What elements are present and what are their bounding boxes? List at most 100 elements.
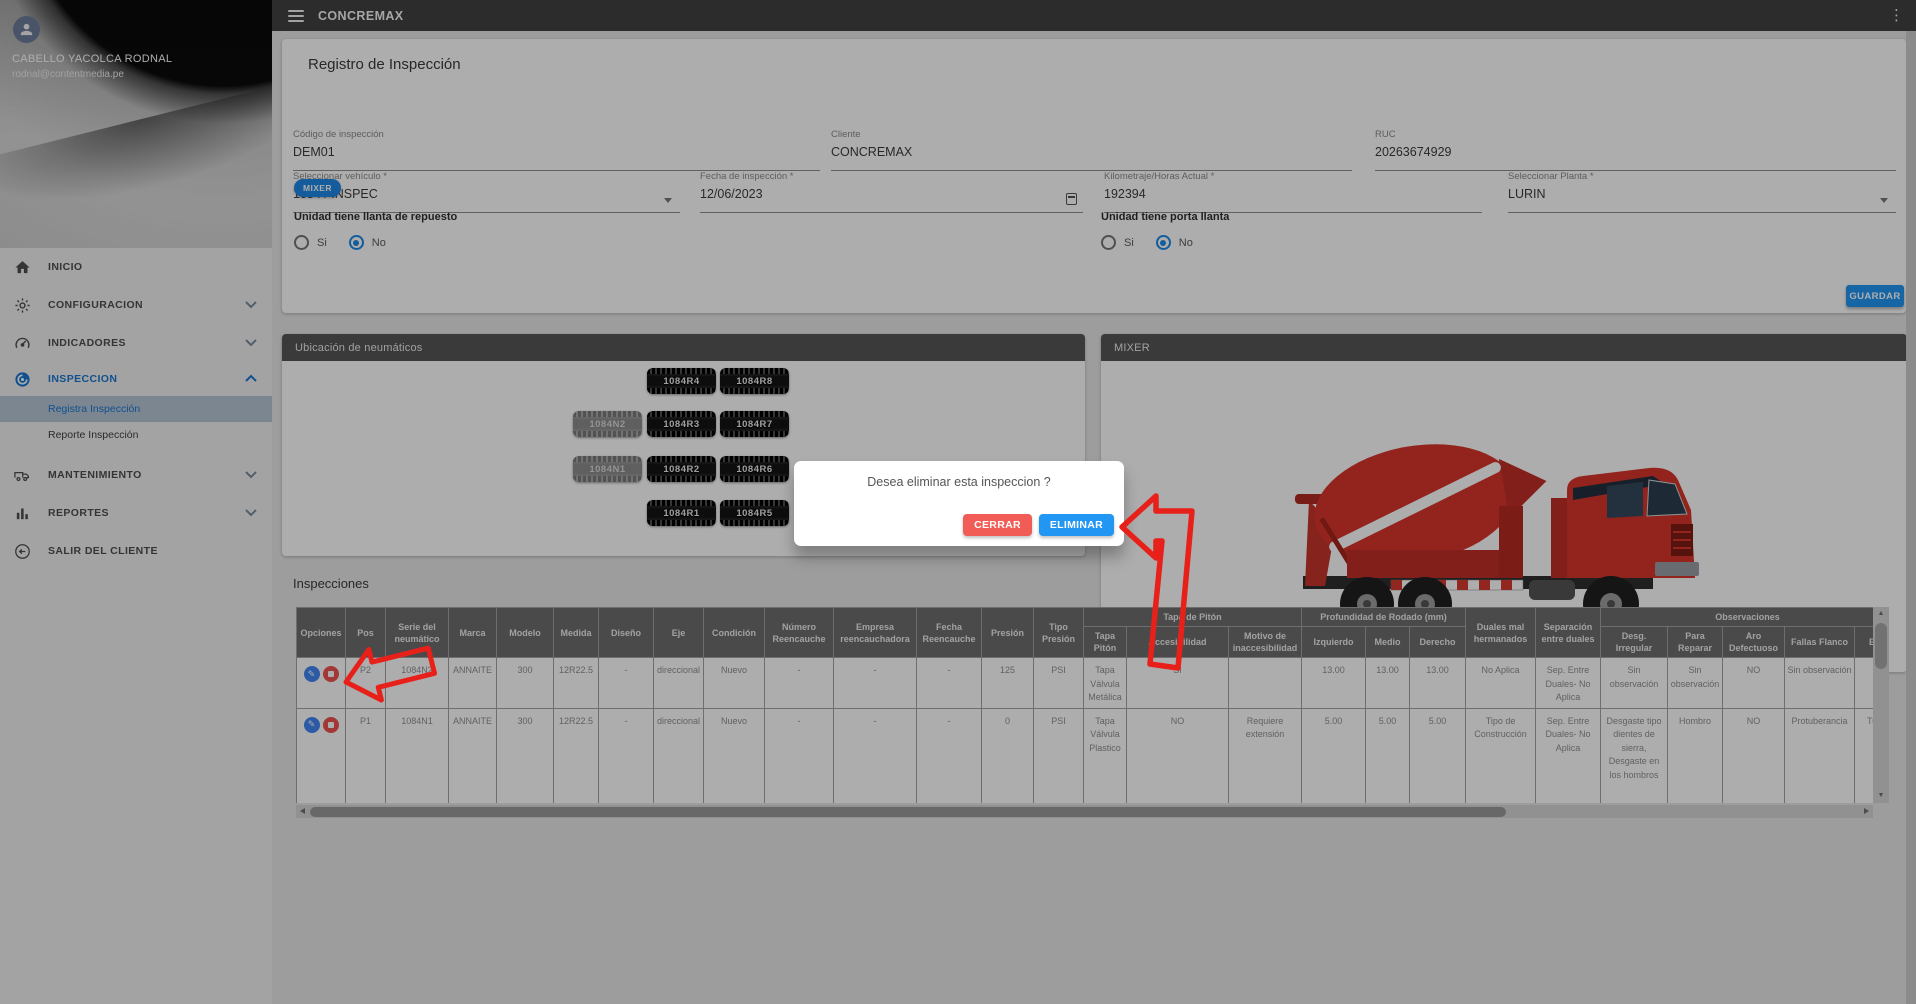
scroll-down-icon[interactable]: ▼ xyxy=(1873,789,1889,803)
scroll-right-icon[interactable] xyxy=(1864,808,1869,814)
tire-button-1084r4[interactable]: 1084R4 xyxy=(647,368,716,394)
radio-no[interactable] xyxy=(349,235,364,250)
table-cell: 13.00 xyxy=(1410,658,1466,709)
sidebar-subitem-reporte-inspecci-n[interactable]: Reporte Inspección xyxy=(0,422,272,448)
tire-label: 1084R3 xyxy=(663,419,699,430)
table-cell: P2 xyxy=(346,658,386,709)
col-subheader: Izquierdo xyxy=(1302,627,1366,658)
horizontal-scroll-thumb[interactable] xyxy=(310,807,1506,817)
codigo-inspeccion-field[interactable]: Código de inspección DEM01 xyxy=(293,127,820,171)
cliente-field[interactable]: Cliente CONCREMAX xyxy=(831,127,1352,171)
page-scrollbar[interactable] xyxy=(1906,31,1916,1004)
table-cell: Tu f xyxy=(1855,708,1873,803)
table-cell: - xyxy=(917,658,982,709)
chevron-up-icon xyxy=(244,370,258,388)
edit-icon[interactable]: ✎ xyxy=(304,666,320,682)
porta-llanta-label: Unidad tiene porta llanta xyxy=(1101,211,1229,223)
table-cell: 13.00 xyxy=(1366,658,1410,709)
table-cell: - xyxy=(599,658,654,709)
col-header: Opciones xyxy=(297,608,346,658)
sidebar-item-mantenimiento[interactable]: MANTENIMIENTO xyxy=(0,456,272,494)
planta-select[interactable]: Seleccionar Planta * LURIN xyxy=(1508,169,1896,213)
inspection-icon xyxy=(13,370,31,388)
gear-icon xyxy=(13,296,31,314)
sidebar-item-configuracion[interactable]: CONFIGURACION xyxy=(0,286,272,324)
chevron-down-icon xyxy=(244,334,258,352)
table-cell: 0 xyxy=(982,708,1034,803)
kilometraje-field[interactable]: Kilometraje/Horas Actual * 192394 xyxy=(1104,169,1482,213)
table-cell: ANNAITE xyxy=(449,658,497,709)
vertical-scrollbar[interactable]: ▲ ▼ xyxy=(1873,607,1889,803)
table-cell: 1084N2 xyxy=(386,658,449,709)
col-header: Marca xyxy=(449,608,497,658)
ruc-field[interactable]: RUC 20263674929 xyxy=(1375,127,1896,171)
vertical-scroll-thumb[interactable] xyxy=(1875,623,1887,669)
table-cell: Sin observación xyxy=(1668,658,1723,709)
tire-button-1084r1[interactable]: 1084R1 xyxy=(647,500,716,526)
tire-button-1084r8[interactable]: 1084R8 xyxy=(720,368,789,394)
app-root: CABELLO YACOLCA RODNAL rodnal@contentmed… xyxy=(0,0,1916,1004)
delete-icon[interactable] xyxy=(323,666,339,682)
col-subheader: Tapa Pitón xyxy=(1084,627,1127,658)
tire-button-1084r6[interactable]: 1084R6 xyxy=(720,456,789,482)
col-header: Tipo Presión xyxy=(1034,608,1084,658)
table-cell xyxy=(1855,658,1873,709)
tire-button-1084r5[interactable]: 1084R5 xyxy=(720,500,789,526)
dialog-buttons: CERRAR ELIMINAR xyxy=(963,514,1114,536)
tire-button-1084r3[interactable]: 1084R3 xyxy=(647,411,716,437)
col-header: Condición xyxy=(704,608,765,658)
inspections-table: OpcionesPosSerie del neumáticoMarcaModel… xyxy=(296,607,1873,803)
table-cell: ANNAITE xyxy=(449,708,497,803)
delete-icon[interactable] xyxy=(323,717,339,733)
sidebar: CABELLO YACOLCA RODNAL rodnal@contentmed… xyxy=(0,0,272,1004)
truck-icon xyxy=(13,466,31,484)
horizontal-scrollbar[interactable] xyxy=(296,805,1873,818)
radio-si[interactable] xyxy=(1101,235,1116,250)
radio-si[interactable] xyxy=(294,235,309,250)
sidebar-item-salir-del-cliente[interactable]: SALIR DEL CLIENTE xyxy=(0,532,272,570)
table-cell: 12R22.5 xyxy=(554,708,599,803)
sidebar-item-indicadores[interactable]: INDICADORES xyxy=(0,324,272,362)
hamburger-menu-icon[interactable] xyxy=(288,10,304,22)
tire-button-1084r7[interactable]: 1084R7 xyxy=(720,411,789,437)
table-cell: 5.00 xyxy=(1302,708,1366,803)
field-label: Seleccionar vehículo * xyxy=(293,169,680,182)
radio-no[interactable] xyxy=(1156,235,1171,250)
inspections-table-wrap: OpcionesPosSerie del neumáticoMarcaModel… xyxy=(296,607,1896,821)
close-button[interactable]: CERRAR xyxy=(963,514,1032,536)
col-subheader: Aro Defectuoso xyxy=(1723,627,1785,658)
scroll-left-icon[interactable] xyxy=(300,808,305,814)
kebab-menu-icon[interactable]: ⋮ xyxy=(1889,8,1904,23)
col-header: Fecha Reencauche xyxy=(917,608,982,658)
col-header: Presión xyxy=(982,608,1034,658)
col-header: Pos xyxy=(346,608,386,658)
table-cell: 300 xyxy=(497,658,554,709)
tire-button-1084r2[interactable]: 1084R2 xyxy=(647,456,716,482)
app-title: CONCREMAX xyxy=(318,9,404,23)
field-label: Cliente xyxy=(831,127,1352,140)
fecha-inspeccion-field[interactable]: Fecha de inspección * 12/06/2023 xyxy=(700,169,1083,213)
vehiculo-select[interactable]: Seleccionar vehículo * 1084 / INSPEC xyxy=(293,169,680,213)
sidebar-subitem-registra-inspecci-n[interactable]: Registra Inspección xyxy=(0,396,272,422)
table-cell: Tipo de Construcción xyxy=(1466,708,1536,803)
save-button[interactable]: GUARDAR xyxy=(1846,285,1904,307)
exit-icon xyxy=(13,542,31,560)
sidebar-item-inspeccion[interactable]: INSPECCION xyxy=(0,362,272,396)
registration-card: Registro de Inspección Código de inspecc… xyxy=(282,39,1906,313)
table-cell: PSI xyxy=(1034,708,1084,803)
delete-confirm-dialog: Desea eliminar esta inspeccion ? CERRAR … xyxy=(794,461,1124,546)
sidebar-item-reportes[interactable]: REPORTES xyxy=(0,494,272,532)
table-cell: direccional xyxy=(654,708,704,803)
edit-icon[interactable]: ✎ xyxy=(304,717,320,733)
table-cell: Sin observación xyxy=(1601,658,1668,709)
delete-button[interactable]: ELIMINAR xyxy=(1039,514,1114,536)
calendar-icon[interactable] xyxy=(1066,193,1077,205)
field-label: Código de inspección xyxy=(293,127,820,140)
sidebar-item-inicio[interactable]: INICIO xyxy=(0,248,272,286)
col-subheader: Desg. Irregular xyxy=(1601,627,1668,658)
person-icon xyxy=(18,21,35,38)
table-cell: Sep. Entre Duales- No Aplica xyxy=(1536,658,1601,709)
table-cell: Desgaste tipo dientes de sierra, Desgast… xyxy=(1601,708,1668,803)
scroll-up-icon[interactable]: ▲ xyxy=(1873,607,1889,621)
table-cell: 12R22.5 xyxy=(554,658,599,709)
